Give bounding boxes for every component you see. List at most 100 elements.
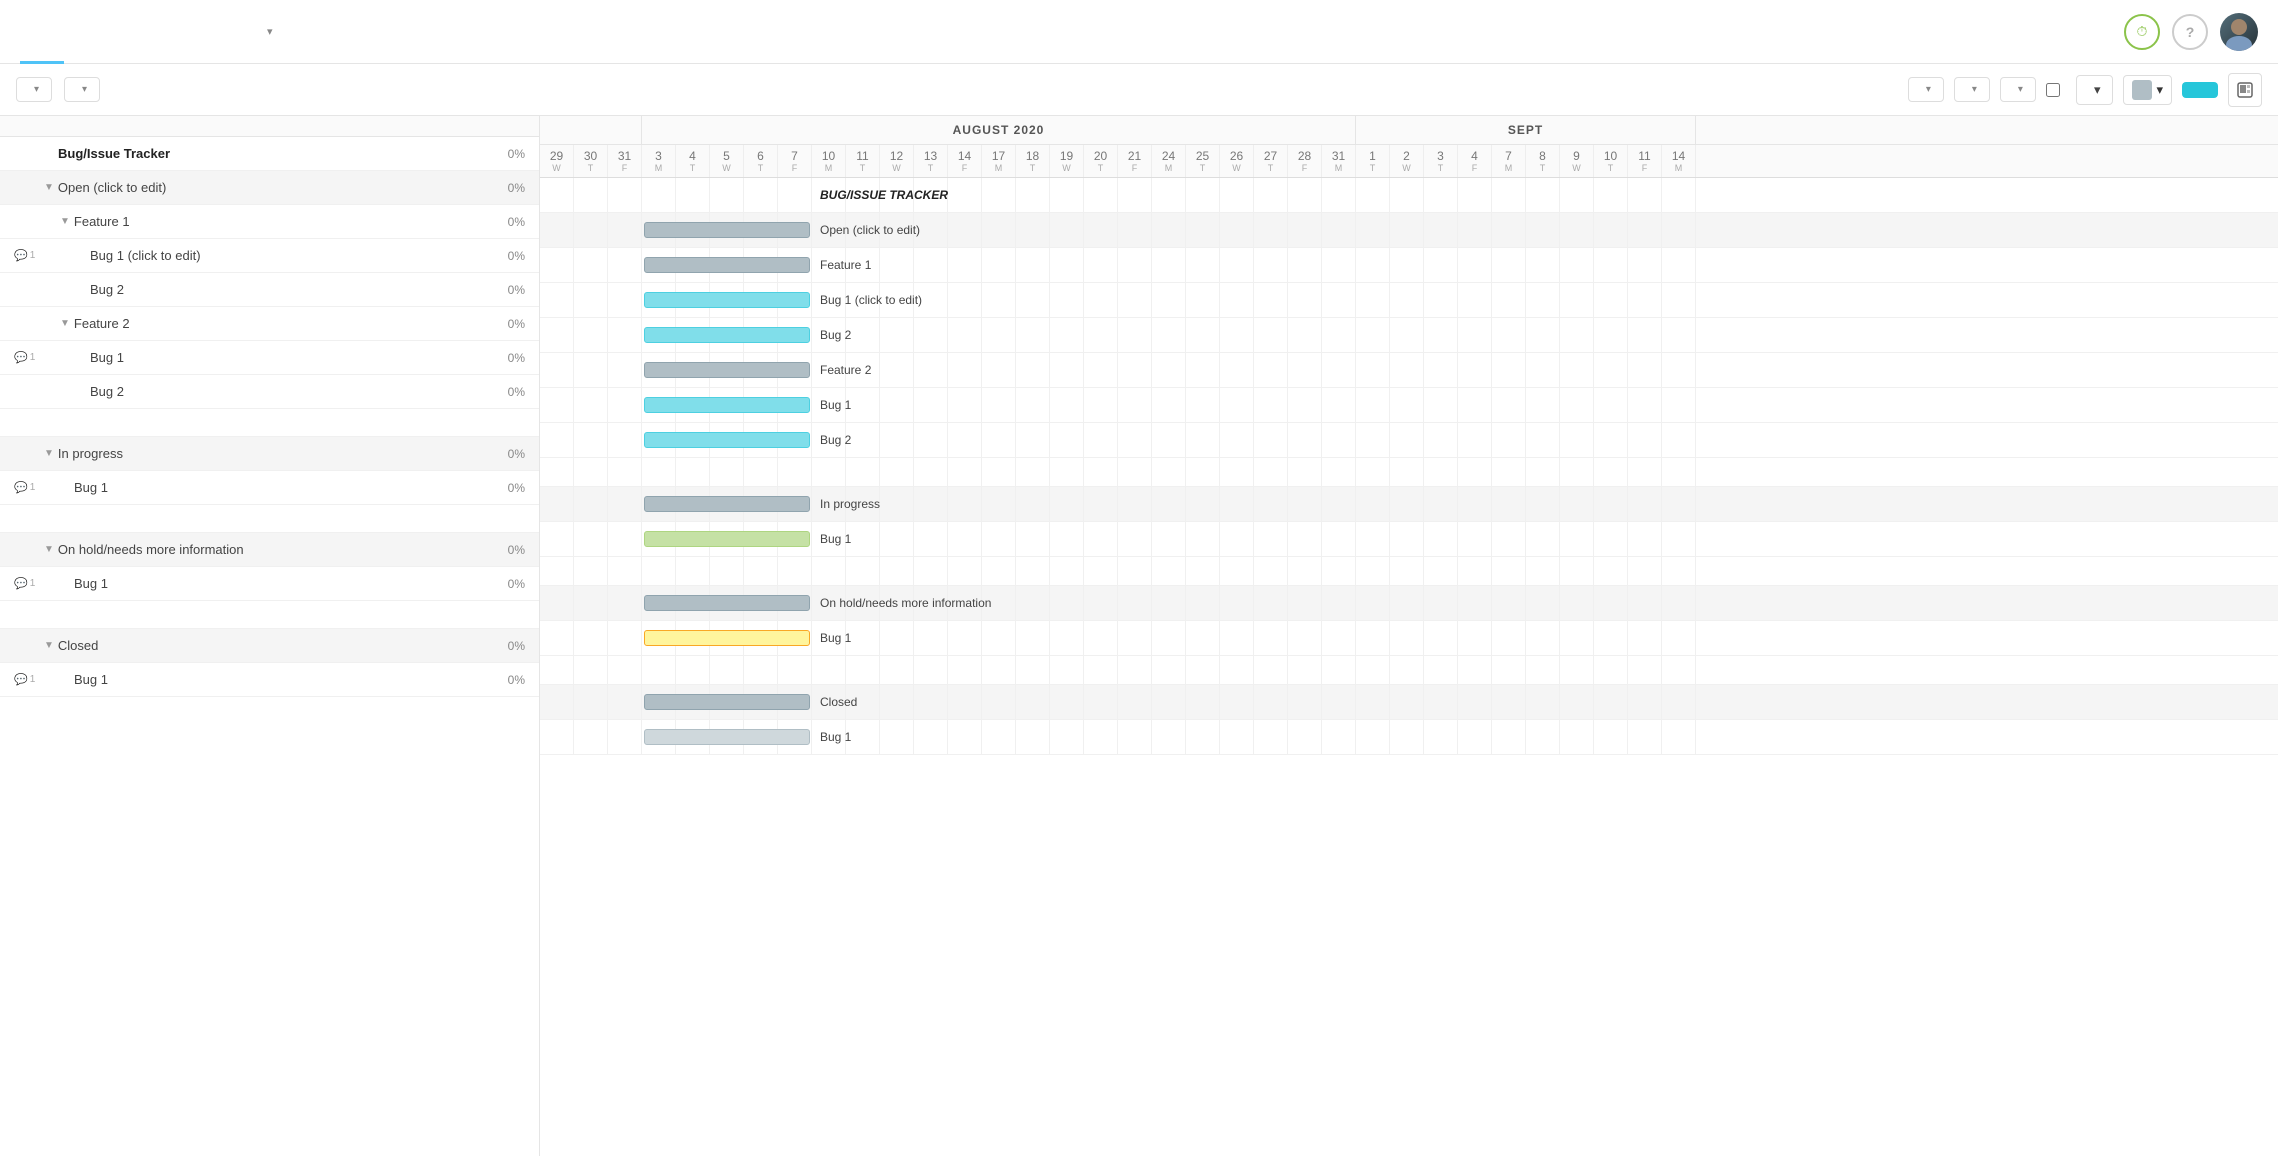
left-row-onhold[interactable]: ▼On hold/needs more information0% [0,533,539,567]
gantt-cell [1186,522,1220,556]
gantt-cell [540,318,574,352]
gantt-cell [1458,720,1492,754]
left-row-empty2[interactable] [0,505,539,533]
gantt-cell [676,656,710,684]
tab-people[interactable] [196,0,240,64]
left-row-bug1d[interactable]: 💬1Bug 10% [0,567,539,601]
gantt-cell [1492,522,1526,556]
gantt-cell [1016,388,1050,422]
export-button[interactable] [2228,73,2262,107]
left-row-feat1[interactable]: ▼Feature 10% [0,205,539,239]
row-comment-bug1c[interactable]: 💬1 [14,481,44,494]
all-dates-filter-button[interactable]: ▾ [1954,77,1990,102]
gantt-cell [880,487,914,521]
row-label-bug2a: Bug 2 [90,282,465,297]
row-toggle-feat2[interactable]: ▼ [60,318,70,329]
row-progress-main: 0% [465,147,525,161]
row-toggle-closed[interactable]: ▼ [44,640,54,651]
gantt-cell [1356,586,1390,620]
row-comment-bug1a[interactable]: 💬1 [14,249,44,262]
left-row-bug1a[interactable]: 💬1Bug 1 (click to edit)0% [0,239,539,273]
left-row-bug2b[interactable]: Bug 20% [0,375,539,409]
left-row-inprogress[interactable]: ▼In progress0% [0,437,539,471]
left-row-empty1[interactable] [0,409,539,437]
view-button[interactable]: ▾ [64,77,100,102]
hide-completed-checkbox[interactable] [2046,83,2060,97]
gantt-cell [914,656,948,684]
gantt-cell [1458,178,1492,212]
gantt-cell [1356,248,1390,282]
gantt-cell [948,283,982,317]
gantt-cell [1050,178,1084,212]
gantt-cell [1050,621,1084,655]
menu-button[interactable]: ▾ [16,77,52,102]
left-row-open[interactable]: ▼Open (click to edit)0% [0,171,539,205]
nav-right: ⏱ ? [2124,13,2258,51]
left-row-bug1b[interactable]: 💬1Bug 10% [0,341,539,375]
gantt-label-bug1e: Bug 1 [820,730,851,744]
row-toggle-onhold[interactable]: ▼ [44,544,54,555]
gantt-cell [948,318,982,352]
left-row-closed[interactable]: ▼Closed0% [0,629,539,663]
all-colors-filter-button[interactable]: ▾ [2000,77,2036,102]
gantt-cell [1458,487,1492,521]
gantt-cell [880,248,914,282]
gantt-cell [1322,487,1356,521]
left-row-feat2[interactable]: ▼Feature 20% [0,307,539,341]
row-progress-bug2b: 0% [465,385,525,399]
gantt-cell [846,557,880,585]
row-progress-bug1b: 0% [465,351,525,365]
gantt-cell [574,283,608,317]
tab-gantt[interactable] [20,0,64,64]
gantt-cell [1526,318,1560,352]
invite-people-button[interactable] [2182,82,2218,98]
gantt-cell [1628,388,1662,422]
tab-more[interactable]: ▾ [240,0,295,64]
gantt-cell [1050,283,1084,317]
zoom-button[interactable]: ▾ [2076,75,2114,105]
gantt-cell [1560,283,1594,317]
row-toggle-feat1[interactable]: ▼ [60,216,70,227]
row-comment-bug1e[interactable]: 💬1 [14,673,44,686]
gantt-month-july [540,116,642,144]
gantt-cell [1288,522,1322,556]
gantt-cell [1628,685,1662,719]
gantt-cell [574,656,608,684]
row-toggle-open[interactable]: ▼ [44,182,54,193]
row-comment-bug1b[interactable]: 💬1 [14,351,44,364]
left-row-bug2a[interactable]: Bug 20% [0,273,539,307]
everyone-filter-button[interactable]: ▾ [1908,77,1944,102]
left-row-main[interactable]: Bug/Issue Tracker0% [0,137,539,171]
left-row-empty3[interactable] [0,601,539,629]
gantt-cell [1050,458,1084,486]
chevron-down-icon: ▾ [82,84,87,95]
color-swatch-selector[interactable]: ▾ [2123,75,2172,105]
tab-list[interactable] [64,0,108,64]
gantt-day-29: 8T [1526,145,1560,177]
gantt-label-onhold: On hold/needs more information [820,596,991,610]
gantt-cell [1356,423,1390,457]
gantt-row-inprogress: In progress [540,487,2278,522]
row-progress-onhold: 0% [465,543,525,557]
hide-completed-toggle[interactable] [2046,83,2066,97]
gantt-cell [1492,557,1526,585]
help-icon-button[interactable]: ? [2172,14,2208,50]
clock-icon-button[interactable]: ⏱ [2124,14,2160,50]
gantt-cell [1322,557,1356,585]
row-toggle-inprogress[interactable]: ▼ [44,448,54,459]
gantt-cell [1186,720,1220,754]
left-row-bug1c[interactable]: 💬1Bug 10% [0,471,539,505]
tab-calendar[interactable] [108,0,152,64]
left-row-bug1e[interactable]: 💬1Bug 10% [0,663,539,697]
gantt-cell [982,458,1016,486]
gantt-cell [1322,458,1356,486]
gantt-cell [1560,621,1594,655]
gantt-cell [1458,213,1492,247]
tab-discussions[interactable] [152,0,196,64]
gantt-cell [1424,720,1458,754]
row-comment-bug1d[interactable]: 💬1 [14,577,44,590]
avatar[interactable] [2220,13,2258,51]
gantt-cell [1016,487,1050,521]
gantt-cell [1084,388,1118,422]
gantt-cell [1424,388,1458,422]
